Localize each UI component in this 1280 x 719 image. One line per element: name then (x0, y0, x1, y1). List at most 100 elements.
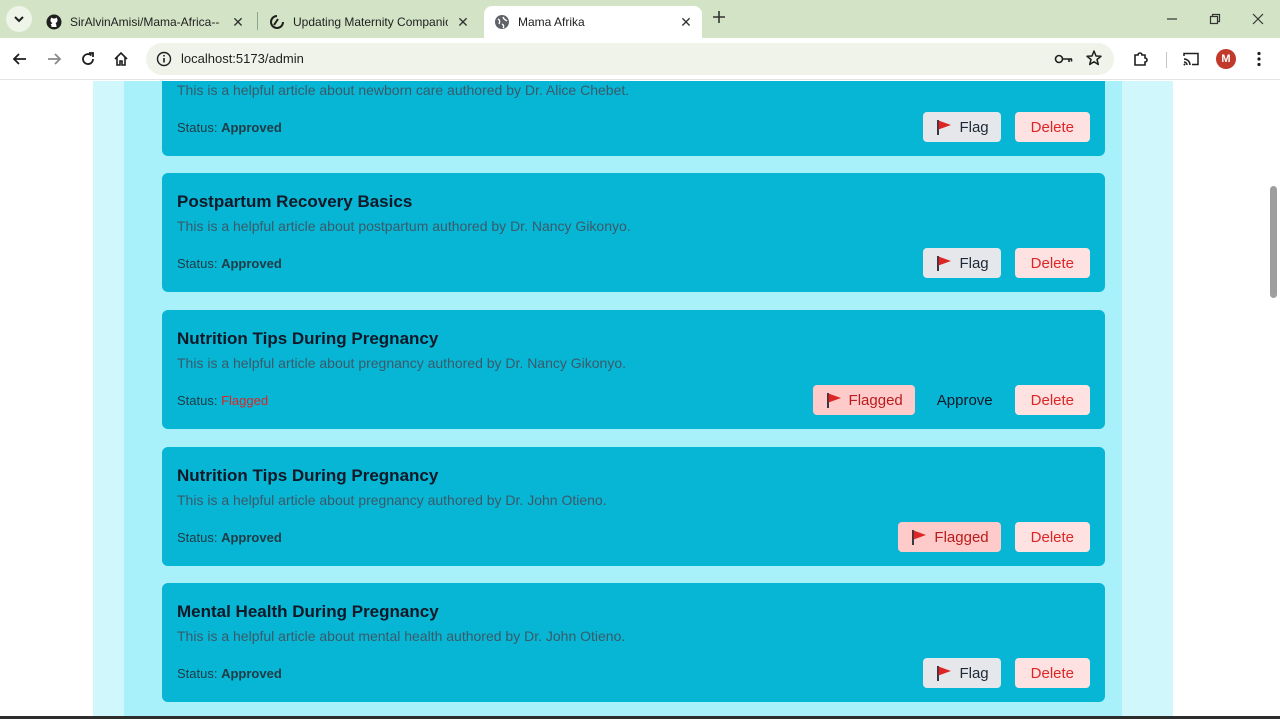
delete-button[interactable]: Delete (1014, 112, 1090, 142)
status-label: Status: (177, 256, 218, 271)
tab-search-button[interactable] (6, 6, 32, 32)
delete-button[interactable]: Delete (1014, 385, 1090, 415)
flag-label: Flagged (934, 528, 989, 546)
article-title: Mental Health During Pregnancy (177, 602, 439, 621)
article-card: Postpartum Recovery Basics This is a hel… (162, 173, 1105, 292)
flag-label: Flagged (848, 391, 903, 409)
article-actions: Flag Delete (923, 658, 1090, 688)
arrow-right-icon (48, 53, 62, 65)
status-label: Status: (177, 530, 218, 545)
status-label: Status: (177, 120, 218, 135)
flag-button[interactable]: Flag (923, 658, 1001, 688)
article-actions: Flag Delete (923, 112, 1090, 142)
restore-button[interactable] (1195, 6, 1235, 32)
page-viewport: This is a helpful article about newborn … (0, 81, 1280, 719)
delete-button[interactable]: Delete (1014, 658, 1090, 688)
close-window-button[interactable] (1238, 6, 1278, 32)
password-key-icon[interactable] (1054, 50, 1074, 73)
github-icon (46, 14, 62, 30)
menu-button[interactable] (1246, 46, 1272, 72)
flagged-button[interactable]: Flagged (812, 385, 915, 415)
close-icon[interactable]: ✕ (230, 14, 246, 30)
close-icon[interactable]: ✕ (678, 14, 694, 30)
flag-button[interactable]: Flag (923, 112, 1001, 142)
minimize-icon (1167, 18, 1177, 20)
article-title: Postpartum Recovery Basics (177, 192, 413, 211)
chevron-down-icon (14, 16, 24, 23)
tab-title: SirAlvinAmisi/Mama-Africa---M (70, 15, 220, 29)
flag-button[interactable]: Flag (923, 248, 1001, 278)
article-description: This is a helpful article about pregnanc… (177, 355, 627, 371)
cast-icon (1183, 52, 1199, 66)
arrow-left-icon (12, 53, 26, 65)
home-icon (114, 51, 128, 66)
back-button[interactable] (7, 46, 33, 72)
info-icon[interactable] (154, 49, 174, 69)
bookmark-star-icon[interactable] (1085, 49, 1103, 72)
article-description: This is a helpful article about postpart… (177, 218, 631, 234)
article-actions: Flag Delete (923, 248, 1090, 278)
article-status: Status: Approved (177, 256, 282, 271)
tab-github[interactable]: SirAlvinAmisi/Mama-Africa---M ✕ (36, 6, 254, 38)
article-title: Nutrition Tips During Pregnancy (177, 329, 439, 348)
delete-button[interactable]: Delete (1014, 248, 1090, 278)
url-text[interactable]: localhost:5173/admin (181, 51, 304, 66)
flag-icon (935, 664, 953, 682)
tab-title: Updating Maternity Companion (293, 15, 448, 29)
article-status: Status: Approved (177, 666, 282, 681)
flag-label: Flag (959, 118, 989, 136)
tab-maternity[interactable]: Updating Maternity Companion ✕ (259, 6, 479, 38)
more-vert-icon (1257, 51, 1261, 67)
close-icon (1252, 13, 1264, 25)
loading-icon (269, 14, 285, 30)
article-card: Mental Health During Pregnancy This is a… (162, 583, 1105, 702)
tab-title: Mama Afrika (518, 15, 585, 29)
home-button[interactable] (108, 46, 134, 72)
flag-icon (935, 118, 953, 136)
minimize-button[interactable] (1152, 6, 1192, 32)
article-actions: Flagged Delete (898, 522, 1090, 552)
flagged-button[interactable]: Flagged (898, 522, 1001, 552)
browser-toolbar: localhost:5173/admin M (0, 38, 1280, 80)
extensions-button[interactable] (1128, 46, 1154, 72)
article-description: This is a helpful article about newborn … (177, 82, 630, 98)
cast-button[interactable] (1178, 46, 1204, 72)
approve-button[interactable]: Approve (937, 385, 993, 415)
status-value: Flagged (221, 393, 269, 408)
scrollbar-thumb[interactable] (1270, 186, 1277, 298)
new-tab-button[interactable] (708, 8, 730, 30)
tab-divider (257, 12, 258, 30)
tab-mama-afrika[interactable]: Mama Afrika ✕ (484, 6, 702, 38)
globe-icon (494, 14, 510, 30)
article-description: This is a helpful article about mental h… (177, 628, 626, 644)
article-actions: Flagged Approve Delete (812, 385, 1090, 415)
article-description: This is a helpful article about pregnanc… (177, 492, 607, 508)
address-bar[interactable]: localhost:5173/admin (146, 43, 1114, 75)
puzzle-icon (1134, 52, 1148, 66)
status-value: Approved (221, 256, 282, 271)
flag-label: Flag (959, 254, 989, 272)
reload-button[interactable] (75, 46, 101, 72)
flag-label: Flag (959, 664, 989, 682)
tab-strip: SirAlvinAmisi/Mama-Africa---M ✕ Updating… (0, 0, 1280, 38)
toolbar-divider (1166, 52, 1167, 68)
status-value: Approved (221, 120, 282, 135)
page-scrollbar[interactable] (1266, 81, 1280, 719)
article-card: Nutrition Tips During Pregnancy This is … (162, 310, 1105, 429)
reload-icon (82, 52, 94, 65)
flag-icon (825, 391, 843, 409)
article-card: Nutrition Tips During Pregnancy This is … (162, 447, 1105, 566)
profile-avatar[interactable]: M (1216, 49, 1236, 69)
status-label: Status: (177, 666, 218, 681)
article-status: Status: Approved (177, 530, 282, 545)
status-value: Approved (221, 530, 282, 545)
forward-button[interactable] (41, 46, 67, 72)
delete-button[interactable]: Delete (1014, 522, 1090, 552)
close-icon[interactable]: ✕ (455, 14, 471, 30)
status-label: Status: (177, 393, 218, 408)
flag-icon (935, 254, 953, 272)
status-value: Approved (221, 666, 282, 681)
flag-icon (910, 528, 928, 546)
plus-icon (713, 11, 725, 23)
article-status: Status: Approved (177, 120, 282, 135)
